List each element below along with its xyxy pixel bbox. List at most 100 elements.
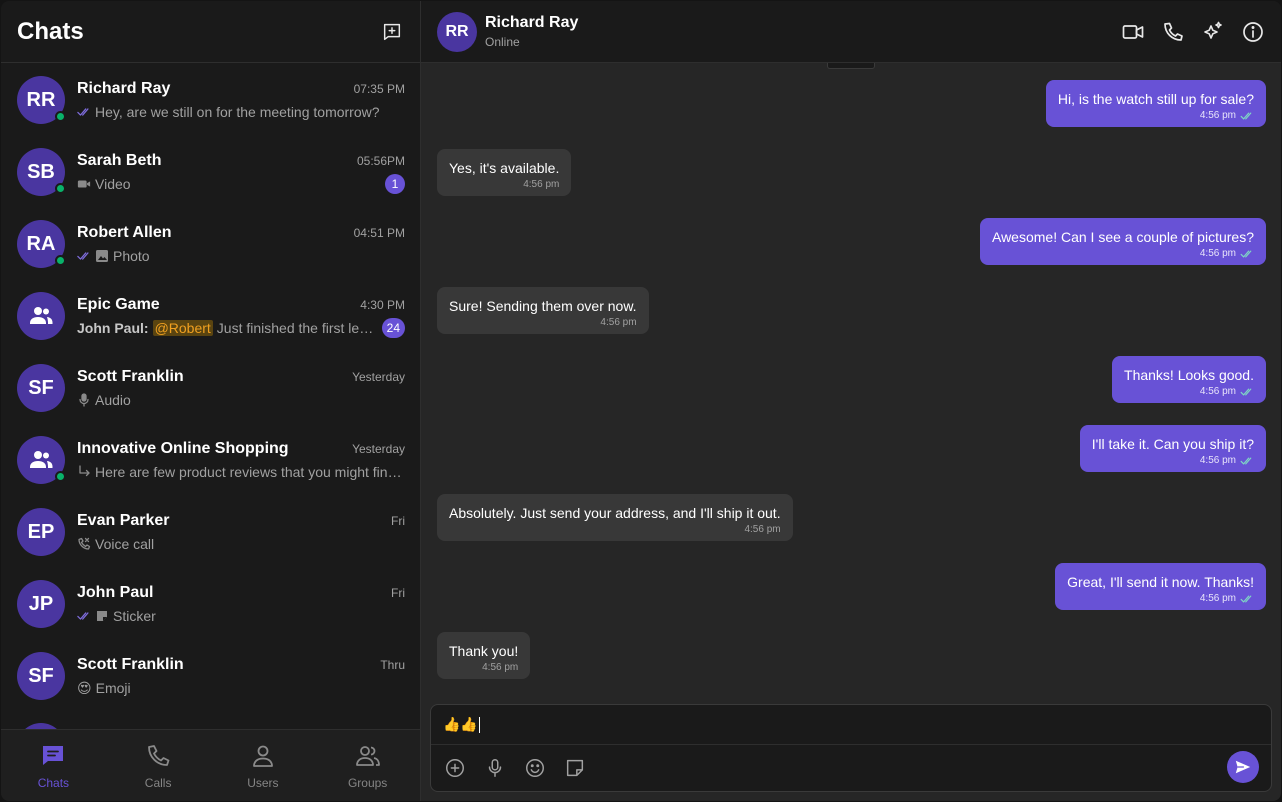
preview-text: Video: [95, 176, 131, 192]
chat-name: Richard Ray: [77, 80, 171, 97]
ai-sparkle-icon[interactable]: [1201, 20, 1225, 44]
nav-chats[interactable]: Chats: [1, 730, 106, 801]
message-time: 4:56 pm: [1199, 455, 1236, 466]
chat-time: 04:51 PM: [353, 226, 405, 240]
chat-time: 4:30 PM: [360, 298, 405, 312]
avatar: SF: [17, 652, 65, 700]
message-outgoing[interactable]: I'll take it. Can you ship it? 4:56 pm: [1079, 425, 1266, 472]
chat-name: Sarah Beth: [77, 152, 162, 169]
nav-label: Users: [247, 775, 279, 790]
preview-text: Emoji: [95, 680, 131, 696]
chat-item-epic-game[interactable]: Epic Game 4:30 PM John Paul: @Robert Jus…: [1, 280, 420, 352]
chat-item-richard-ray[interactable]: RR Richard Ray 07:35 PM Hey, are we stil…: [1, 64, 420, 136]
sidebar-title: Chats: [17, 17, 84, 45]
message-time: 4:56 pm: [1199, 110, 1236, 121]
chat-item-john-paul[interactable]: JP John Paul Fri Sticker: [1, 568, 420, 640]
chat-name: Scott Franklin: [77, 368, 184, 385]
chat-time: Yesterday: [352, 442, 405, 456]
chat-item-sarah-beth[interactable]: SB Sarah Beth 05:56PM Video 1: [1, 136, 420, 208]
chat-body: Epic Game 4:30 PM John Paul: @Robert Jus…: [77, 293, 405, 339]
avatar: SF: [17, 364, 65, 412]
chat-preview: Voice call: [77, 536, 154, 552]
message-outgoing[interactable]: Awesome! Can I see a couple of pictures?…: [979, 218, 1266, 265]
chat-time: Fri: [391, 514, 405, 528]
sticker-icon[interactable]: [563, 756, 587, 780]
sidebar-header: Chats: [1, 1, 420, 63]
chat-name: John Paul: [77, 584, 154, 601]
chat-item-scott-franklin[interactable]: SF Scott Franklin Yesterday Audio: [1, 352, 420, 424]
user-icon: [252, 745, 273, 767]
message-incoming[interactable]: Yes, it's available. 4:56 pm: [437, 149, 572, 196]
message-outgoing[interactable]: Hi, is the watch still up for sale? 4:56…: [1045, 80, 1266, 127]
message-time: 4:56 pm: [1199, 386, 1236, 397]
message-outgoing[interactable]: Thanks! Looks good. 4:56 pm: [1112, 356, 1266, 403]
chat-preview: Video: [77, 176, 131, 192]
chat-name: Evan Parker: [77, 512, 170, 529]
send-icon: [1235, 760, 1251, 774]
contact-info[interactable]: Richard Ray Online: [485, 14, 1121, 49]
add-attachment-icon[interactable]: [443, 756, 467, 780]
text-caret: [478, 716, 480, 733]
sticker-icon: [97, 611, 107, 621]
avatar-initials: SB: [27, 160, 55, 183]
double-check-icon: [77, 612, 89, 620]
message-outgoing[interactable]: Great, I'll send it now. Thanks! 4:56 pm: [1055, 563, 1266, 610]
message-incoming[interactable]: Sure! Sending them over now. 4:56 pm: [437, 287, 649, 334]
chat-item-robert-allen[interactable]: RA Robert Allen 04:51 PM Photo: [1, 208, 420, 280]
chat-time: Fri: [391, 586, 405, 600]
chat-time: Yesterday: [352, 370, 405, 384]
message-incoming[interactable]: Absolutely. Just send your address, and …: [437, 494, 793, 541]
double-check-icon: [77, 108, 89, 116]
preview-text: Voice call: [95, 536, 155, 552]
avatar-initials: RR: [26, 88, 56, 111]
online-indicator: [55, 183, 66, 194]
chat-item-evan-parker[interactable]: EP Evan Parker Fri Voice call: [1, 496, 420, 568]
message-incoming[interactable]: Thank you! 4:56 pm: [437, 632, 531, 679]
unread-badge: 24: [381, 318, 405, 338]
video-call-icon[interactable]: [1121, 20, 1145, 44]
info-icon[interactable]: [1241, 20, 1265, 44]
message-text: I'll take it. Can you ship it?: [1091, 436, 1254, 452]
message-time: 4:56 pm: [523, 179, 560, 190]
online-indicator: [55, 111, 66, 122]
new-chat-icon[interactable]: [380, 20, 404, 44]
nav-groups[interactable]: Groups: [315, 730, 420, 801]
chat-name: Innovative Online Shopping: [77, 440, 289, 457]
chat-body: Scott Franklin Thru 😍 Emoji: [77, 653, 405, 699]
message-input[interactable]: 👍👍: [431, 705, 1271, 745]
microphone-icon[interactable]: [483, 756, 507, 780]
chat-preview: Audio: [77, 392, 131, 408]
conversation-panel: RR Richard Ray Online Hi, is the watch s…: [421, 1, 1281, 801]
chat-item-innovative-online-shopping[interactable]: Innovative Online Shopping Yesterday Her…: [1, 424, 420, 496]
chat-body: Scott Franklin Yesterday Audio: [77, 365, 405, 411]
chat-time: 07:35 PM: [353, 82, 405, 96]
emoji-icon[interactable]: [523, 756, 547, 780]
message-text: Sure! Sending them over now.: [449, 298, 637, 314]
nav-users[interactable]: Users: [211, 730, 316, 801]
voice-call-icon[interactable]: [1161, 20, 1185, 44]
chat-list: RR Richard Ray 07:35 PM Hey, are we stil…: [1, 64, 420, 729]
avatar-initials: SF: [28, 664, 54, 687]
message-text: Hi, is the watch still up for sale?: [1057, 91, 1254, 107]
avatar: RA: [17, 220, 66, 268]
avatar[interactable]: RR: [437, 11, 477, 52]
chat-time: 05:56PM: [356, 154, 405, 168]
nav-label: Chats: [37, 775, 70, 790]
message-text: Awesome! Can I see a couple of pictures?: [991, 229, 1254, 245]
preview-text: Hey, are we still on for the meeting tom…: [95, 104, 380, 120]
chat-item-scott-franklin-2[interactable]: SF Scott Franklin Thru 😍 Emoji: [1, 640, 420, 712]
send-button[interactable]: [1227, 751, 1259, 783]
conversation-header: RR Richard Ray Online: [421, 1, 1281, 63]
microphone-icon: [79, 393, 89, 407]
group-icon: [30, 451, 53, 468]
chat-body: Robert Allen 04:51 PM Photo: [77, 221, 405, 267]
contact-status: Online: [485, 35, 520, 49]
chat-time: Thru: [380, 658, 405, 672]
avatar-initials: JP: [28, 592, 54, 615]
message-list: Hi, is the watch still up for sale? 4:56…: [421, 64, 1281, 701]
avatar: SB: [17, 148, 66, 196]
nav-calls[interactable]: Calls: [106, 730, 211, 801]
avatar-initials: RR: [445, 22, 469, 40]
contact-name: Richard Ray: [485, 14, 579, 31]
avatar-initials: RA: [26, 232, 56, 255]
